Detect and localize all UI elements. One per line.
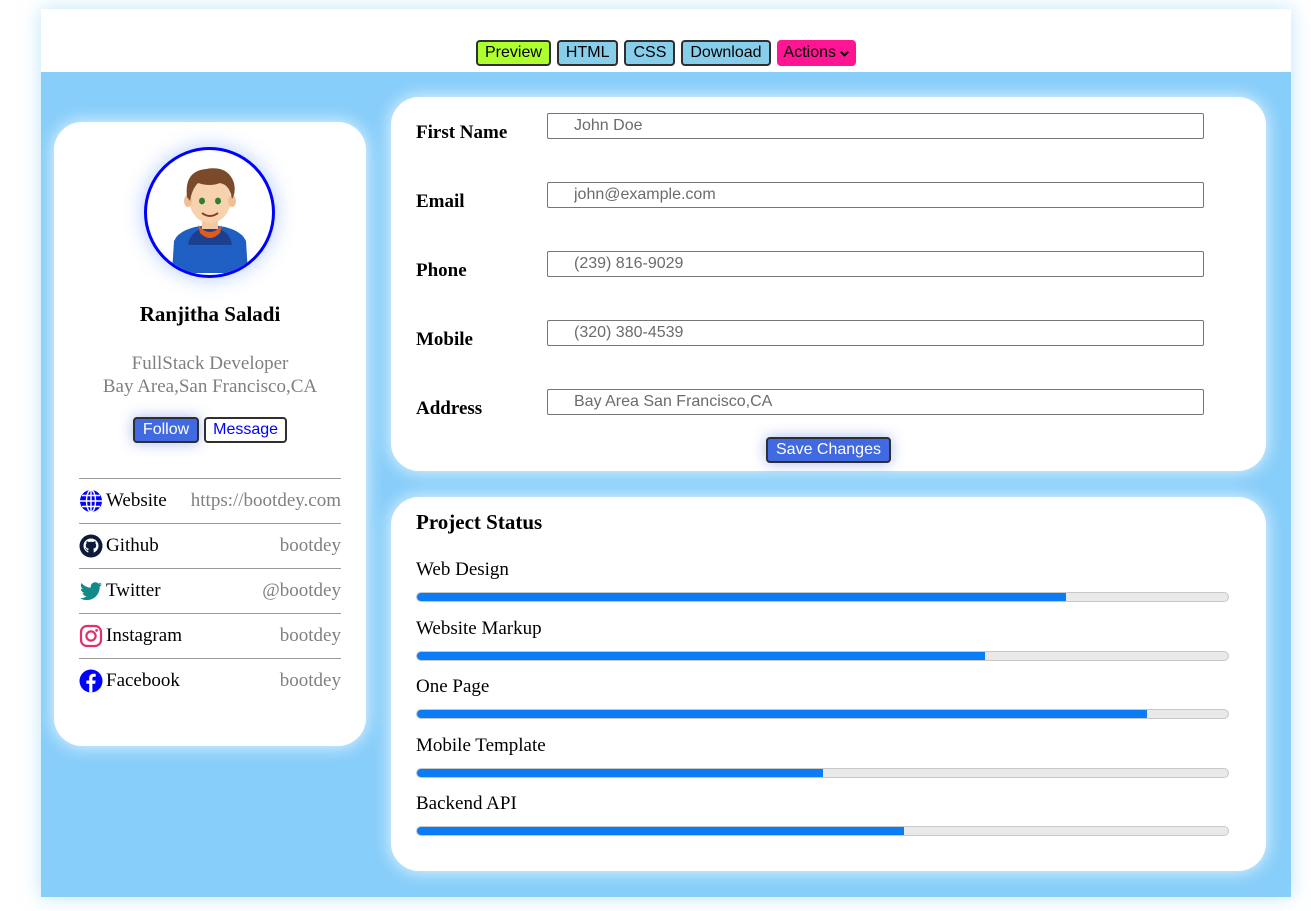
- social-label: Instagram: [106, 625, 182, 646]
- phone-field[interactable]: [547, 251, 1204, 277]
- form-row-address: Address: [391, 389, 1266, 428]
- address-label: Address: [416, 398, 483, 419]
- social-item-website[interactable]: Website https://bootdey.com: [79, 478, 341, 523]
- css-button[interactable]: CSS: [624, 40, 676, 66]
- preview-button[interactable]: Preview: [476, 40, 551, 66]
- content-area: Ranjitha Saladi FullStack Developer Bay …: [41, 72, 1291, 897]
- address-field[interactable]: [547, 389, 1204, 415]
- form-row-mobile: Mobile: [391, 320, 1266, 359]
- social-label: Github: [106, 535, 159, 556]
- profile-name: Ranjitha Saladi: [139, 302, 281, 326]
- progress-fill: [417, 827, 904, 835]
- social-label: Facebook: [106, 670, 180, 691]
- actions-label: Actions: [783, 44, 836, 61]
- progress-fill: [417, 710, 1147, 718]
- message-button[interactable]: Message: [204, 417, 288, 443]
- project-status-title: Project Status: [416, 510, 543, 534]
- social-value[interactable]: bootdey: [280, 625, 341, 647]
- project-status-card: Project Status Web Design Website Markup…: [391, 497, 1266, 871]
- save-changes-button[interactable]: Save Changes: [766, 437, 891, 463]
- html-button[interactable]: HTML: [556, 40, 619, 66]
- progress-fill: [417, 769, 823, 777]
- social-value[interactable]: bootdey: [280, 535, 341, 557]
- social-value[interactable]: @bootdey: [262, 580, 341, 602]
- profile-actions: Follow Message: [54, 417, 366, 443]
- social-item-instagram[interactable]: Instagram bootdey: [79, 613, 341, 658]
- social-value[interactable]: bootdey: [280, 670, 341, 692]
- project-label: Website Markup: [416, 618, 542, 639]
- project-item: One Page: [416, 675, 1229, 719]
- project-item: Web Design: [416, 558, 1229, 602]
- instagram-icon: [79, 624, 103, 648]
- project-label: Web Design: [416, 559, 509, 580]
- social-label: Twitter: [106, 580, 161, 601]
- twitter-icon: [80, 582, 102, 601]
- social-label: Website: [106, 490, 167, 511]
- social-value[interactable]: https://bootdey.com: [191, 490, 341, 512]
- progress-bar: [416, 651, 1229, 661]
- profile-card: Ranjitha Saladi FullStack Developer Bay …: [54, 122, 366, 746]
- project-item: Mobile Template: [416, 734, 1229, 778]
- chevron-down-icon: [840, 50, 849, 57]
- first-name-field[interactable]: [547, 113, 1204, 139]
- social-item-twitter[interactable]: Twitter @bootdey: [79, 568, 341, 613]
- profile-location: Bay Area,San Francisco,CA: [102, 376, 318, 397]
- social-links: Website https://bootdey.com Github bootd…: [79, 478, 341, 703]
- profile-form-card: First Name Email Phone Mobile Address Sa…: [391, 97, 1266, 471]
- download-button[interactable]: Download: [681, 40, 771, 66]
- project-label: Mobile Template: [416, 735, 546, 756]
- project-label: One Page: [416, 676, 490, 697]
- project-item: Website Markup: [416, 617, 1229, 661]
- project-label: Backend API: [416, 793, 517, 814]
- first-name-label: First Name: [416, 122, 508, 143]
- progress-fill: [417, 593, 1066, 601]
- follow-button[interactable]: Follow: [132, 417, 200, 443]
- form-row-email: Email: [391, 182, 1266, 221]
- social-item-github[interactable]: Github bootdey: [79, 523, 341, 568]
- progress-bar: [416, 768, 1229, 778]
- progress-bar: [416, 592, 1229, 602]
- avatar: [144, 147, 275, 278]
- actions-dropdown[interactable]: Actions: [776, 40, 856, 66]
- page-frame: Preview HTML CSS Download Actions Ranjit…: [41, 9, 1291, 897]
- progress-bar: [416, 709, 1229, 719]
- phone-label: Phone: [416, 260, 467, 281]
- mobile-label: Mobile: [416, 329, 473, 350]
- avatar-illustration-icon: [171, 167, 248, 273]
- form-row-first-name: First Name: [391, 113, 1266, 152]
- email-label: Email: [416, 191, 465, 212]
- profile-role: FullStack Developer Bay Area,San Francis…: [54, 352, 366, 398]
- progress-bar: [416, 826, 1229, 836]
- project-item: Backend API: [416, 792, 1229, 836]
- github-icon: [79, 534, 103, 558]
- profile-title: FullStack Developer: [131, 353, 289, 374]
- progress-fill: [417, 652, 985, 660]
- globe-icon: [80, 489, 102, 513]
- top-toolbar: Preview HTML CSS Download Actions: [41, 9, 1291, 72]
- email-field[interactable]: [547, 182, 1204, 208]
- mobile-field[interactable]: [547, 320, 1204, 346]
- facebook-icon: [79, 669, 103, 693]
- form-row-phone: Phone: [391, 251, 1266, 290]
- social-item-facebook[interactable]: Facebook bootdey: [79, 658, 341, 703]
